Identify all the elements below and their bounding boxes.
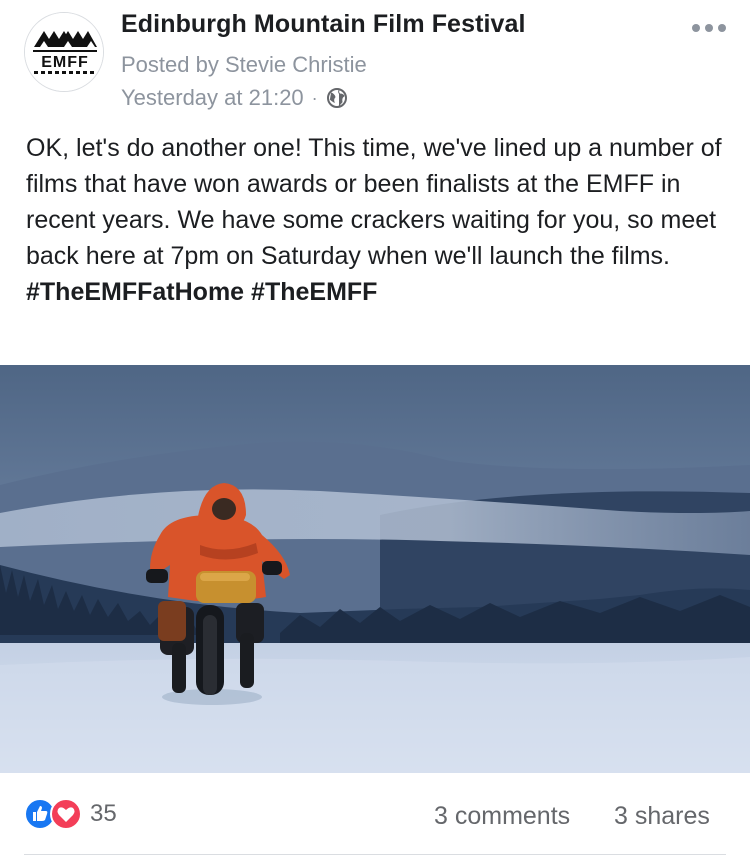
post-meta: Yesterday at 21:20 ·	[121, 84, 348, 112]
post-timestamp[interactable]: Yesterday at 21:20	[121, 85, 304, 111]
post-photo[interactable]	[0, 365, 750, 773]
globe-icon[interactable]	[326, 87, 348, 109]
reactions-summary[interactable]: 35	[24, 798, 117, 830]
emff-logo-icon: EMFF	[25, 13, 103, 91]
post-stats-bar: 35 3 comments 3 shares	[0, 780, 750, 859]
hashtag-theemffathome[interactable]: #TheEMFFatHome	[26, 278, 244, 306]
posted-by-text: Posted by Stevie Christie	[121, 52, 367, 77]
footer-divider	[24, 854, 726, 855]
svg-text:EMFF: EMFF	[41, 54, 89, 71]
page-avatar[interactable]: EMFF	[24, 12, 104, 92]
post-message: OK, let's do another one! This time, we'…	[26, 134, 722, 270]
post-body: OK, let's do another one! This time, we'…	[26, 130, 732, 310]
hashtag-row: #TheEMFFatHome #TheEMFF	[26, 274, 732, 310]
more-horizontal-icon[interactable]	[690, 18, 728, 38]
page-name-link[interactable]: Edinburgh Mountain Film Festival	[121, 10, 526, 39]
comments-link[interactable]: 3 comments	[434, 802, 570, 831]
winter-fatbike-photo	[0, 365, 750, 773]
hashtag-theemff[interactable]: #TheEMFF	[251, 278, 377, 306]
reaction-count: 35	[90, 800, 117, 827]
post-header: EMFF Edinburgh Mountain Film Festival Po…	[0, 0, 750, 120]
love-icon	[50, 798, 82, 830]
meta-separator: ·	[311, 87, 318, 108]
shares-link[interactable]: 3 shares	[614, 802, 710, 831]
